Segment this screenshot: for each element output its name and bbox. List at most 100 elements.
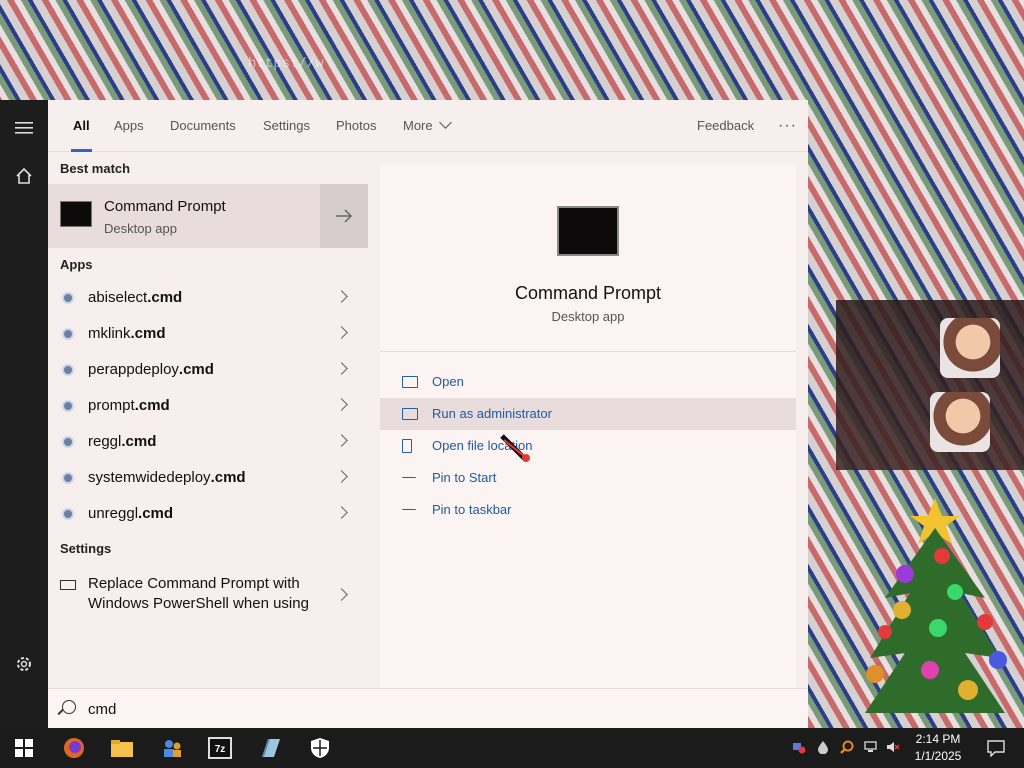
search-icon xyxy=(62,700,76,714)
script-gear-icon xyxy=(62,328,74,340)
apps-heading: Apps xyxy=(60,257,93,272)
settings-button[interactable] xyxy=(0,642,48,686)
script-gear-icon xyxy=(62,400,74,412)
chevron-right-icon[interactable] xyxy=(335,506,348,519)
taskbar-notepad-app[interactable] xyxy=(246,728,294,768)
chevron-right-icon[interactable] xyxy=(335,470,348,483)
preview-title: Command Prompt xyxy=(514,283,662,303)
taskbar-clock[interactable]: 2:14 PM 1/1/2025 xyxy=(906,731,970,765)
best-match-heading: Best match xyxy=(60,161,131,176)
taskbar-firefox[interactable] xyxy=(50,728,98,768)
taskbar-file-explorer[interactable] xyxy=(98,728,146,768)
start-button[interactable] xyxy=(0,728,48,768)
clock-date: 1/1/2025 xyxy=(914,749,962,763)
taskbar-7zip[interactable]: 7z xyxy=(196,728,244,768)
app-result-ext: .cmd xyxy=(130,325,166,342)
app-result-unreggl[interactable]: unreggl.cmd xyxy=(48,496,368,532)
script-gear-icon xyxy=(62,472,74,484)
tab-more-label: More xyxy=(403,118,433,133)
script-gear-icon xyxy=(62,436,74,448)
action-center-button[interactable] xyxy=(972,728,1020,768)
taskbar-security[interactable] xyxy=(296,728,344,768)
pin-icon xyxy=(402,477,416,489)
feedback-link[interactable]: Feedback xyxy=(697,100,754,152)
results-list: Best match Command Prompt Desktop app Ap… xyxy=(48,100,368,636)
app-result-name: perappdeploy xyxy=(88,361,179,378)
open-icon xyxy=(402,376,418,388)
desktop-url-text: https://w xyxy=(248,56,324,72)
more-options-button[interactable]: ··· xyxy=(778,100,797,152)
app-result-perappdeploy[interactable]: perappdeploy.cmd xyxy=(48,352,368,388)
notepad-icon xyxy=(262,739,280,757)
app-result-ext: .cmd xyxy=(134,397,170,414)
chevron-right-icon[interactable] xyxy=(335,398,348,411)
seven-zip-label: 7z xyxy=(215,744,226,755)
people-app-icon xyxy=(164,740,181,757)
settings-result-powershell[interactable]: Replace Command Prompt with Windows Powe… xyxy=(48,572,368,622)
arrow-right-icon xyxy=(336,209,353,223)
action-pin-to-start[interactable]: Pin to Start xyxy=(380,462,796,494)
tray-network-icon[interactable] xyxy=(864,740,878,754)
search-box[interactable] xyxy=(48,688,808,728)
app-result-name: prompt xyxy=(88,397,135,414)
home-button[interactable] xyxy=(0,154,48,198)
action-open-file-location[interactable]: Open file location xyxy=(380,430,796,462)
app-result-abiselect[interactable]: abiselect.cmd xyxy=(48,280,368,316)
taskbar: 7z 2:14 PM 1/1/2025 xyxy=(0,728,1024,768)
action-run-as-administrator[interactable]: Run as administrator xyxy=(380,398,796,430)
settings-result-label: Replace Command Prompt with Windows Powe… xyxy=(88,575,309,612)
app-result-name: abiselect xyxy=(88,289,148,306)
hamburger-menu-button[interactable] xyxy=(0,106,48,150)
chevron-right-icon[interactable] xyxy=(335,326,348,339)
best-match-title: Command Prompt xyxy=(104,198,226,215)
shield-icon xyxy=(402,408,418,420)
tab-more[interactable]: More xyxy=(403,100,452,152)
clock-time: 2:14 PM xyxy=(915,732,961,746)
chevron-right-icon[interactable] xyxy=(335,434,348,447)
action-pin-to-start-label: Pin to Start xyxy=(432,470,497,485)
tray-volume-muted-icon[interactable] xyxy=(886,740,900,754)
preview-pane: Command Prompt Desktop app Open Run as a… xyxy=(380,164,796,688)
windows-logo-icon xyxy=(15,739,33,757)
action-pin-to-taskbar[interactable]: Pin to taskbar xyxy=(380,494,796,526)
action-open[interactable]: Open xyxy=(380,366,796,398)
script-gear-icon xyxy=(62,364,74,376)
search-panel: All Apps Documents Settings Photos More … xyxy=(48,100,808,728)
app-result-ext: .cmd xyxy=(178,361,214,378)
preview-subtitle: Desktop app xyxy=(551,309,625,324)
hamburger-icon xyxy=(15,122,33,134)
chevron-right-icon[interactable] xyxy=(335,588,348,601)
preview-header: Command Prompt Desktop app xyxy=(380,164,796,352)
app-result-name: mklink xyxy=(88,325,131,342)
search-input[interactable] xyxy=(88,696,688,722)
start-menu-rail xyxy=(0,100,48,728)
app-result-prompt[interactable]: prompt.cmd xyxy=(48,388,368,424)
home-icon xyxy=(16,167,32,184)
tray-drop-icon[interactable] xyxy=(816,740,830,754)
app-result-ext: .cmd xyxy=(138,505,174,522)
best-match-item[interactable]: Command Prompt Desktop app xyxy=(48,184,368,248)
best-match-expand-button[interactable] xyxy=(320,184,368,248)
pin-icon xyxy=(402,509,416,521)
chevron-right-icon[interactable] xyxy=(335,362,348,375)
settings-heading: Settings xyxy=(60,541,112,556)
taskbar-app-people[interactable] xyxy=(148,728,196,768)
gear-icon xyxy=(17,657,31,671)
monitor-icon xyxy=(60,580,76,590)
seven-zip-icon: 7z xyxy=(208,737,232,759)
script-gear-icon xyxy=(62,508,74,520)
firefox-icon xyxy=(64,738,84,758)
best-match-subtitle: Desktop app xyxy=(104,221,177,236)
shield-icon xyxy=(311,738,329,758)
tray-search-app-icon[interactable] xyxy=(840,740,854,754)
app-result-systemwidedeploy[interactable]: systemwidedeploy.cmd xyxy=(48,460,368,496)
app-result-mklink[interactable]: mklink.cmd xyxy=(48,316,368,352)
busy-cursor-icon xyxy=(500,434,530,462)
action-run-as-admin-label: Run as administrator xyxy=(432,406,552,421)
action-open-label: Open xyxy=(432,374,464,389)
app-result-reggl[interactable]: reggl.cmd xyxy=(48,424,368,460)
tray-network-warning-icon[interactable] xyxy=(792,740,806,754)
chevron-right-icon[interactable] xyxy=(335,290,348,303)
script-gear-icon xyxy=(62,292,74,304)
notification-icon xyxy=(987,740,1005,757)
